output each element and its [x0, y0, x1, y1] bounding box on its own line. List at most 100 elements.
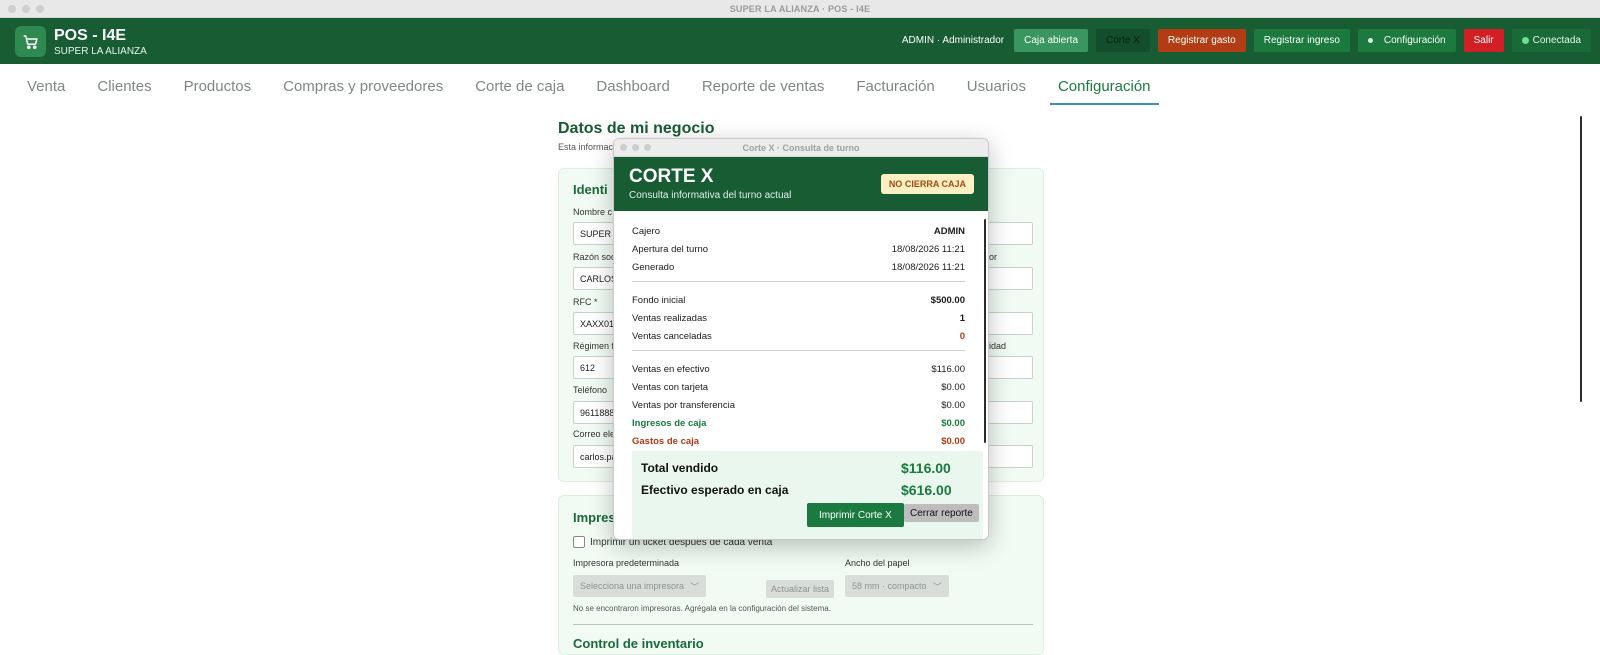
- printer-label: Impresora predeterminada: [573, 558, 680, 568]
- row-label: Ventas canceladas: [632, 331, 712, 342]
- registrar-ingreso-button[interactable]: Registrar ingreso: [1253, 29, 1350, 52]
- field-label: Régimen f: [573, 341, 615, 351]
- row-value: $0.00: [941, 382, 965, 393]
- print-ticket-checkbox[interactable]: [573, 536, 585, 548]
- caja-abierta-button[interactable]: Caja abierta: [1014, 29, 1089, 52]
- connection-status-badge: Conectada: [1511, 29, 1591, 52]
- field-label: Razón soc: [573, 252, 616, 262]
- corte-x-dialog: Corte X · Consulta de turno CORTE X Cons…: [613, 138, 989, 540]
- configuracion-label: Configuración: [1383, 35, 1446, 46]
- report-row-tarjeta: Ventas con tarjeta $0.00: [632, 382, 965, 393]
- dialog-title: CORTE X: [629, 166, 714, 187]
- report-row-cajero: Cajero ADMIN: [632, 226, 965, 237]
- row-value: $500.00: [930, 295, 965, 306]
- row-value: $116.00: [931, 364, 965, 375]
- printer-select-value: Selecciona una impresora: [580, 581, 685, 591]
- row-label: Generado: [632, 262, 675, 273]
- store-name: SUPER LA ALIANZA: [54, 46, 147, 57]
- row-label: Ventas por transferencia: [632, 400, 735, 411]
- dialog-subtitle: Consulta informativa del turno actual: [629, 190, 792, 201]
- report-row-ventas-canceladas: Ventas canceladas 0: [632, 331, 965, 342]
- section-title-inventory: Control de inventario: [573, 636, 704, 651]
- tab-dashboard[interactable]: Dashboard: [596, 78, 669, 104]
- header-actions: ADMIN · Administrador Caja abierta Corte…: [902, 29, 1591, 52]
- field-label-right: or: [989, 252, 998, 262]
- app-header: POS - I4E SUPER LA ALIANZA ADMIN · Admin…: [0, 18, 1600, 64]
- row-value: $0.00: [941, 418, 965, 429]
- dialog-titlebar: Corte X · Consulta de turno: [614, 139, 988, 157]
- efectivo-esperado-label: Efectivo esperado en caja: [641, 483, 789, 497]
- row-value: 1: [959, 313, 965, 324]
- report-row-transferencia: Ventas por transferencia $0.00: [632, 400, 965, 411]
- report-divider: [632, 350, 965, 351]
- main-nav-tabs: Venta Clientes Productos Compras y prove…: [27, 78, 1183, 105]
- window-titlebar: SUPER LA ALIANZA · POS - I4E: [0, 0, 1600, 18]
- printer-select[interactable]: Selecciona una impresora ﹀: [573, 575, 706, 597]
- section-title-printing: Impres: [573, 510, 616, 525]
- dot-icon: [1367, 38, 1373, 43]
- section-title-identity: Identi: [573, 182, 608, 197]
- report-row-apertura: Apertura del turno 18/08/2026 11:21: [632, 244, 965, 255]
- dialog-scrollbar[interactable]: [984, 219, 986, 443]
- row-value: ADMIN: [933, 226, 965, 237]
- field-label: Nombre c: [573, 207, 613, 217]
- dialog-header: CORTE X Consulta informativa del turno a…: [614, 157, 988, 211]
- window-title: SUPER LA ALIANZA · POS - I4E: [729, 4, 871, 14]
- report-row-generado: Generado 18/08/2026 11:21: [632, 262, 965, 273]
- report-row-efectivo: Ventas en efectivo $116.00: [632, 364, 965, 375]
- field-label: RFC *: [573, 297, 598, 307]
- section-divider: [573, 624, 1033, 625]
- tab-configuracion[interactable]: Configuración: [1049, 78, 1159, 105]
- tab-reporte-ventas[interactable]: Reporte de ventas: [702, 78, 825, 104]
- tab-corte-caja[interactable]: Corte de caja: [475, 78, 564, 104]
- tab-facturacion[interactable]: Facturación: [856, 78, 934, 104]
- report-row-fondo: Fondo inicial $500.00: [632, 295, 965, 306]
- row-label: Ventas realizadas: [632, 313, 707, 324]
- report-divider: [632, 281, 965, 282]
- paper-width-value: 58 mm · compacto: [852, 581, 927, 591]
- no-printers-note: No se encontraron impresoras. Agrégala e…: [573, 604, 831, 613]
- row-label: Ingresos de caja: [632, 418, 707, 429]
- app-name: POS - I4E: [54, 27, 127, 44]
- report-row-ingresos: Ingresos de caja $0.00: [632, 418, 965, 429]
- row-label: Ventas con tarjeta: [632, 382, 709, 393]
- report-row-ventas-realizadas: Ventas realizadas 1: [632, 313, 965, 324]
- corte-x-button[interactable]: Corte X: [1096, 29, 1150, 52]
- tab-compras-proveedores[interactable]: Compras y proveedores: [283, 78, 443, 104]
- tab-venta[interactable]: Venta: [27, 78, 65, 104]
- paper-width-select[interactable]: 58 mm · compacto ﹀: [845, 575, 949, 597]
- salir-button[interactable]: Salir: [1463, 29, 1504, 52]
- page-scrollbar[interactable]: [1580, 116, 1582, 402]
- row-label: Cajero: [632, 226, 660, 237]
- row-value: 18/08/2026 11:21: [891, 244, 965, 255]
- dialog-window-title: Corte X · Consulta de turno: [742, 143, 860, 153]
- total-vendido-label: Total vendido: [641, 461, 719, 475]
- row-label: Apertura del turno: [632, 244, 709, 255]
- status-dot-icon: [1521, 37, 1529, 44]
- field-label: Teléfono: [573, 385, 608, 395]
- imprimir-corte-x-button[interactable]: Imprimir Corte X: [807, 503, 904, 527]
- chevron-down-icon: ﹀: [932, 582, 942, 592]
- configuracion-button[interactable]: Configuración: [1357, 29, 1456, 52]
- row-label: Fondo inicial: [632, 295, 686, 306]
- row-label: Ventas en efectivo: [632, 364, 710, 375]
- tab-usuarios[interactable]: Usuarios: [967, 78, 1026, 104]
- total-vendido-value: $116.00: [901, 460, 951, 476]
- actualizar-lista-button[interactable]: Actualizar lista: [766, 580, 835, 598]
- page-title: Datos de mi negocio: [558, 120, 715, 137]
- chevron-down-icon: ﹀: [689, 582, 699, 592]
- cerrar-reporte-button[interactable]: Cerrar reporte: [904, 504, 979, 522]
- user-label: ADMIN · Administrador: [901, 35, 1005, 46]
- report-row-gastos: Gastos de caja $0.00: [632, 436, 965, 447]
- tab-clientes[interactable]: Clientes: [97, 78, 151, 104]
- efectivo-esperado-value: $616.00: [901, 482, 952, 498]
- row-label: Gastos de caja: [632, 436, 700, 447]
- registrar-gasto-button[interactable]: Registrar gasto: [1157, 29, 1246, 52]
- row-value: $0.00: [941, 436, 965, 447]
- field-label: Correo ele: [573, 429, 616, 439]
- tab-productos[interactable]: Productos: [184, 78, 252, 104]
- row-value: $0.00: [941, 400, 965, 411]
- row-value: 18/08/2026 11:21: [891, 262, 965, 273]
- row-value: 0: [959, 331, 965, 342]
- field-label-right: idad: [989, 341, 1007, 351]
